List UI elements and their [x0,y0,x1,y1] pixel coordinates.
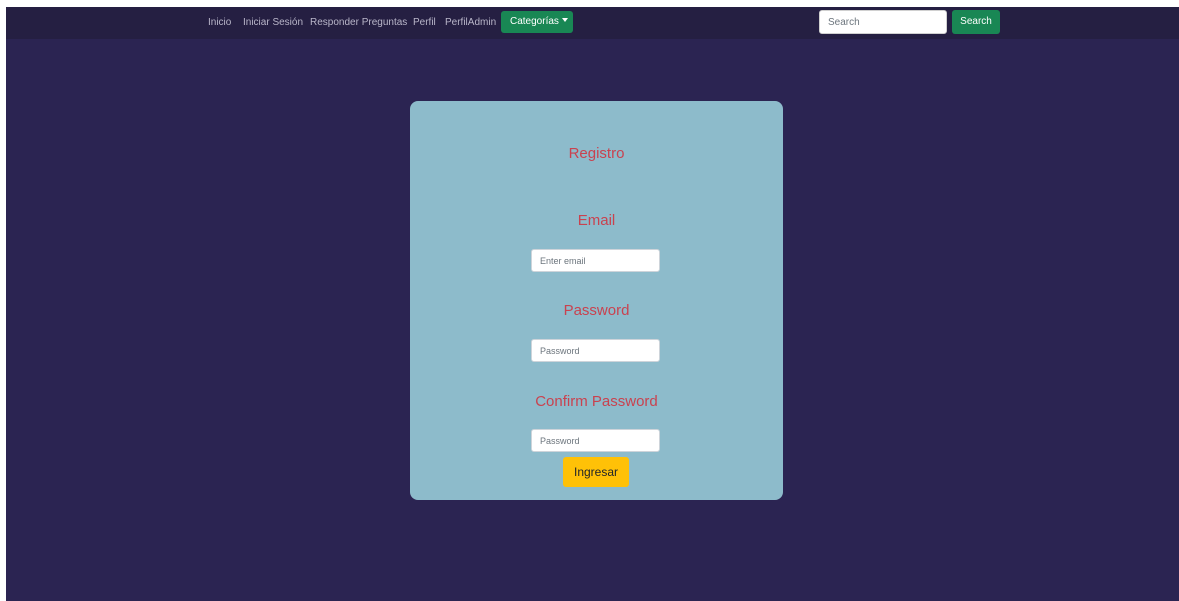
nav-link-responder-preguntas[interactable]: Responder Preguntas [310,17,407,29]
email-label: Email [577,212,616,229]
top-navbar: Inicio Iniciar Sesión Responder Pregunta… [6,7,1179,39]
password-field[interactable] [531,339,660,362]
registration-card: Registro Email Password Confirm Password… [410,101,783,500]
password-label: Password [563,302,630,319]
confirm-password-field[interactable] [531,429,660,452]
nav-link-iniciar-sesion[interactable]: Iniciar Sesión [243,17,303,29]
nav-link-inicio[interactable]: Inicio [208,17,231,29]
search-button[interactable]: Search [952,10,1000,34]
ingresar-button[interactable]: Ingresar [563,457,629,487]
page-viewport: Inicio Iniciar Sesión Responder Pregunta… [6,7,1179,601]
nav-link-perfil-admin[interactable]: PerfilAdmin [445,17,496,29]
nav-link-perfil[interactable]: Perfil [413,17,436,29]
form-title: Registro [568,145,625,162]
search-input[interactable] [819,10,947,34]
categorias-dropdown-button[interactable]: Categorías [501,11,573,33]
email-field[interactable] [531,249,660,272]
confirm-password-label: Confirm Password [535,393,658,410]
categorias-dropdown-label: Categorías [510,16,559,27]
caret-down-icon [561,18,568,23]
